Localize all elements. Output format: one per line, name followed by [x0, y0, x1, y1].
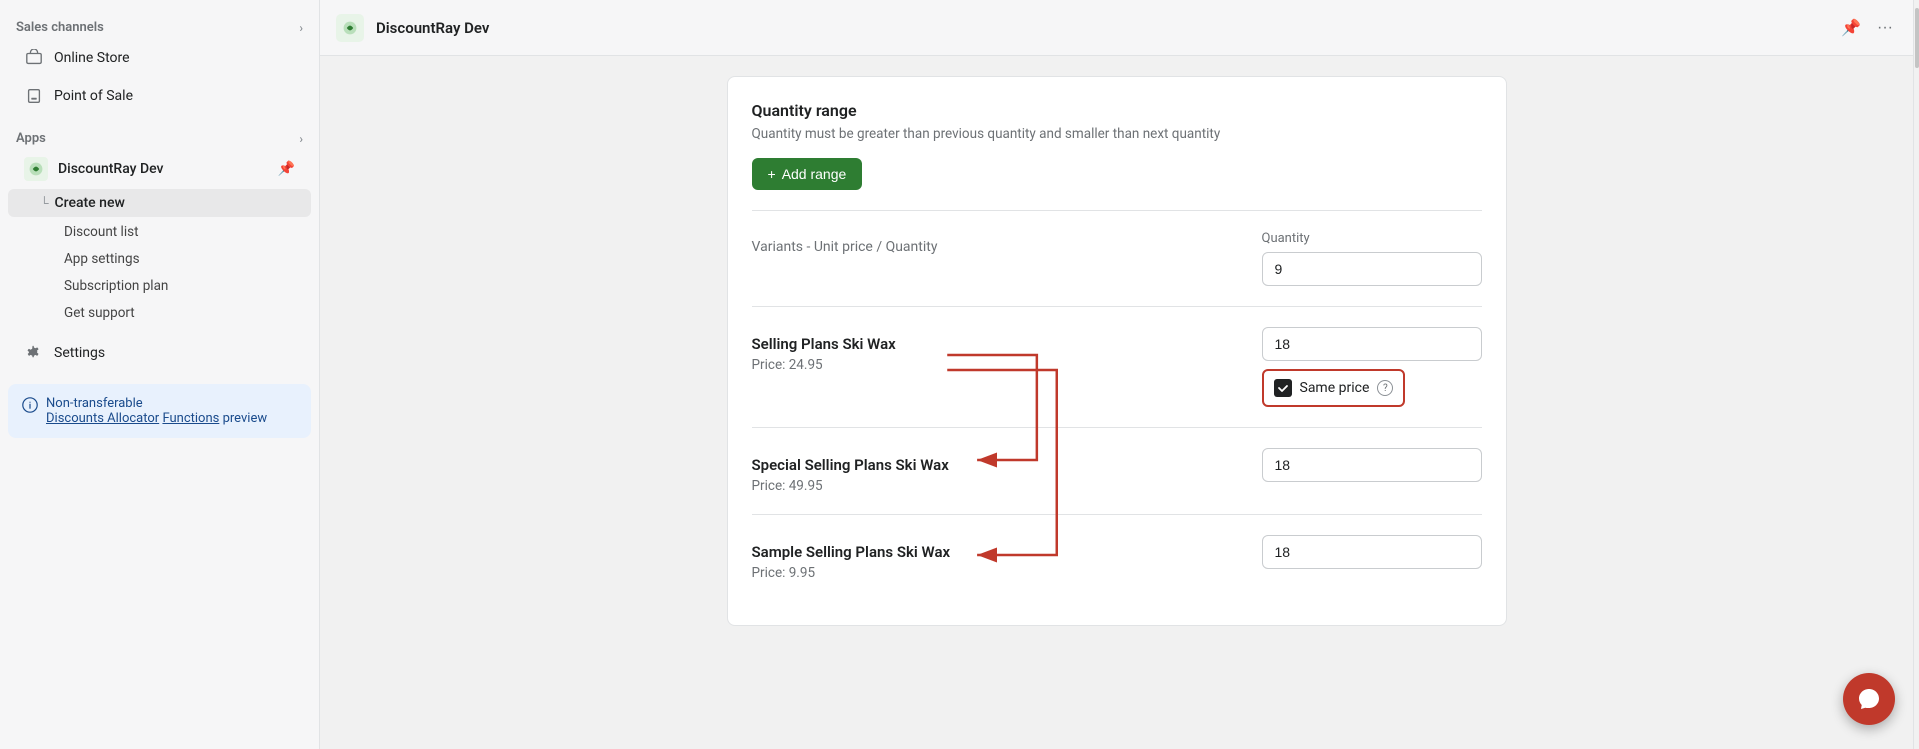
divider-4	[752, 514, 1482, 515]
variants-label-col: Variants - Unit price / Quantity	[752, 231, 1238, 255]
quantity-range-section: Quantity range Quantity must be greater …	[752, 101, 1482, 190]
top-bar-actions: 📌 ···	[1837, 14, 1897, 42]
sidebar-item-get-support[interactable]: Get support	[16, 300, 311, 326]
sub-nav-items: Discount list App settings Subscription …	[0, 218, 319, 327]
special-selling-plans-row: Special Selling Plans Ski Wax Price: 49.…	[752, 448, 1482, 494]
divider-1	[752, 210, 1482, 211]
same-price-row: Same price ?	[1262, 369, 1406, 407]
divider-2	[752, 306, 1482, 307]
chat-icon	[1857, 687, 1881, 711]
variants-label: Variants - Unit price / Quantity	[752, 239, 938, 255]
discountray-logo	[24, 157, 48, 181]
variants-quantity-col: Quantity	[1262, 231, 1482, 286]
pin-icon[interactable]: 📌	[278, 161, 295, 177]
online-store-label: Online Store	[54, 50, 130, 66]
app-title: DiscountRay Dev	[376, 19, 1825, 37]
settings-label: Settings	[54, 345, 105, 361]
apps-chevron[interactable]: ›	[299, 132, 303, 146]
selling-plans-info: Selling Plans Ski Wax Price: 24.95	[752, 327, 1238, 373]
special-selling-plans-qty-input[interactable]	[1262, 448, 1482, 482]
app-settings-label: App settings	[64, 251, 140, 267]
sales-channels-chevron[interactable]: ›	[299, 21, 303, 35]
chat-button[interactable]	[1843, 673, 1895, 725]
sidebar-item-create-new[interactable]: └ Create new	[8, 189, 311, 217]
variants-qty-input[interactable]	[1262, 252, 1482, 286]
sales-channels-title: Sales channels	[16, 20, 104, 35]
selling-plans-row: Selling Plans Ski Wax Price: 24.95 Same …	[752, 327, 1482, 407]
pos-label: Point of Sale	[54, 88, 133, 104]
discount-list-label: Discount list	[64, 224, 139, 240]
selling-plans-input-col: Same price ?	[1262, 327, 1482, 407]
top-bar: DiscountRay Dev 📌 ···	[320, 0, 1913, 56]
selling-plans-qty-input[interactable]	[1262, 327, 1482, 361]
info-circle-icon	[22, 397, 38, 426]
divider-3	[752, 427, 1482, 428]
special-selling-plans-price: Price: 49.95	[752, 478, 1238, 494]
quantity-range-description: Quantity must be greater than previous q…	[752, 126, 1482, 142]
selling-plans-name: Selling Plans Ski Wax	[752, 335, 1238, 353]
pin-button[interactable]: 📌	[1837, 14, 1865, 42]
app-logo	[336, 14, 364, 42]
sample-selling-plans-name: Sample Selling Plans Ski Wax	[752, 543, 1238, 561]
scrollbar-thumb	[1915, 8, 1919, 68]
more-button[interactable]: ···	[1873, 15, 1897, 41]
main-content: DiscountRay Dev 📌 ··· Quantity range Qua…	[320, 0, 1913, 749]
sidebar-item-online-store[interactable]: Online Store	[8, 40, 311, 76]
sidebar-item-subscription-plan[interactable]: Subscription plan	[16, 273, 311, 299]
special-selling-plans-info: Special Selling Plans Ski Wax Price: 49.…	[752, 448, 1238, 494]
sidebar-item-point-of-sale[interactable]: Point of Sale	[8, 78, 311, 114]
sidebar-item-app-settings[interactable]: App settings	[16, 246, 311, 272]
tree-corner: └	[40, 196, 49, 210]
online-store-icon	[24, 48, 44, 68]
selling-plans-price: Price: 24.95	[752, 357, 1238, 373]
add-range-label: Add range	[782, 166, 847, 182]
apps-title: Apps	[16, 131, 46, 146]
add-range-button[interactable]: + Add range	[752, 158, 863, 190]
settings-gear-icon	[24, 343, 44, 363]
main-card: Quantity range Quantity must be greater …	[727, 76, 1507, 626]
sample-selling-plans-info: Sample Selling Plans Ski Wax Price: 9.95	[752, 535, 1238, 581]
same-price-checkbox[interactable]	[1274, 379, 1292, 397]
quantity-col-label: Quantity	[1262, 231, 1482, 246]
same-price-label: Same price	[1300, 380, 1370, 396]
info-preview: preview	[223, 411, 268, 426]
right-scrollbar[interactable]	[1913, 0, 1919, 749]
sample-selling-plans-qty-input[interactable]	[1262, 535, 1482, 569]
sample-selling-plans-price: Price: 9.95	[752, 565, 1238, 581]
pos-icon	[24, 86, 44, 106]
info-text: Non-transferable Discounts Allocator Fun…	[46, 396, 267, 426]
info-link-functions[interactable]: Functions	[162, 411, 219, 426]
add-range-plus-icon: +	[768, 166, 776, 182]
sidebar-item-discountray[interactable]: DiscountRay Dev 📌	[8, 151, 311, 187]
info-link-allocator[interactable]: Discounts Allocator	[46, 411, 159, 426]
sidebar-item-discount-list[interactable]: Discount list	[16, 219, 311, 245]
info-box: Non-transferable Discounts Allocator Fun…	[8, 384, 311, 438]
sample-selling-plans-input-col	[1262, 535, 1482, 569]
sidebar-item-settings[interactable]: Settings	[8, 335, 311, 371]
sidebar: Sales channels › Online Store Point of S…	[0, 0, 320, 749]
content-area: Quantity range Quantity must be greater …	[320, 56, 1913, 749]
same-price-help-icon[interactable]: ?	[1377, 380, 1393, 396]
discountray-name: DiscountRay Dev	[58, 161, 268, 177]
sales-channels-section: Sales channels ›	[0, 12, 319, 39]
get-support-label: Get support	[64, 305, 135, 321]
create-new-label: Create new	[55, 195, 125, 211]
variants-row: Variants - Unit price / Quantity Quantit…	[752, 231, 1482, 286]
info-non-transferable: Non-transferable	[46, 396, 143, 411]
sample-selling-plans-row: Sample Selling Plans Ski Wax Price: 9.95	[752, 535, 1482, 581]
special-selling-plans-name: Special Selling Plans Ski Wax	[752, 456, 1238, 474]
apps-section: Apps ›	[0, 123, 319, 150]
special-selling-plans-input-col	[1262, 448, 1482, 482]
quantity-range-title: Quantity range	[752, 101, 1482, 120]
subscription-plan-label: Subscription plan	[64, 278, 168, 294]
